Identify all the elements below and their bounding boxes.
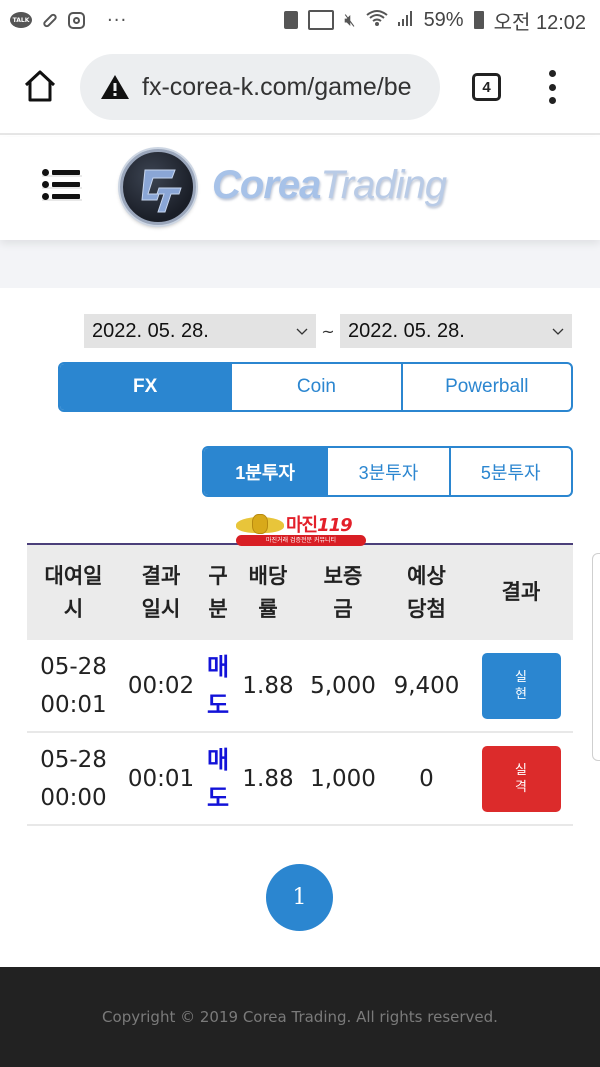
- signal-icon: [397, 9, 414, 31]
- cast-icon: [308, 10, 335, 30]
- result-badge-win[interactable]: 실현: [481, 652, 561, 719]
- banner-subtitle: 마진거래 검증전문 커뮤니티: [236, 535, 366, 546]
- browser-menu-button[interactable]: [545, 70, 559, 104]
- warning-icon: [101, 75, 129, 99]
- header-result-time: 결과 일시: [141, 563, 181, 621]
- header-deposit: 보증 금: [323, 563, 363, 621]
- date-to-value: 2022. 05. 28.: [348, 319, 465, 342]
- date-separator: ~: [321, 321, 335, 341]
- home-button[interactable]: [22, 68, 58, 104]
- more-notifications-icon: ···: [107, 9, 128, 31]
- tab-coin[interactable]: Coin: [230, 364, 400, 410]
- tab-1min[interactable]: 1분투자: [204, 448, 327, 495]
- mute-icon: 🔇︎: [344, 9, 356, 31]
- kakaotalk-icon: TALK: [10, 12, 32, 28]
- ct-logo-icon: [141, 169, 182, 213]
- date-range-filter: 2022. 05. 28. ~ 2022. 05. 28.: [84, 314, 574, 348]
- battery-percent: 59%: [423, 8, 464, 31]
- table-header: 대여일 시 결과 일시 구분 배당 률 보증 금 예상 당첨 결과: [27, 545, 573, 640]
- horizontal-scroll-hint[interactable]: [592, 553, 600, 761]
- market-tabs: FX Coin Powerball: [58, 362, 573, 412]
- date-from-select[interactable]: 2022. 05. 28.: [84, 314, 316, 348]
- cell-deposit: 5,000: [310, 672, 376, 699]
- header-rent-time: 대여일 시: [44, 563, 103, 621]
- header-result: 결과: [501, 580, 541, 604]
- chevron-down-icon: [296, 328, 308, 335]
- copyright-text: Copyright © 2019 Corea Trading. All righ…: [102, 1008, 498, 1026]
- tab-5min[interactable]: 5분투자: [448, 448, 571, 495]
- battery-saver-icon: [284, 11, 299, 29]
- home-icon: [24, 70, 56, 102]
- cell-result-time: 00:01: [127, 765, 195, 792]
- majin119-banner[interactable]: 마진119 마진거래 검증전문 커뮤니티: [236, 513, 366, 549]
- status-bar: TALK ··· 🔇︎ 59% 오전 12:02: [0, 0, 600, 40]
- brand-first: Corea: [212, 163, 321, 207]
- table-row: 05-28 00:01 00:02 매도 1.88 5,000 9,400 실현: [27, 640, 573, 733]
- site-header: CoreaTrading: [0, 137, 600, 240]
- tab-powerball[interactable]: Powerball: [400, 364, 571, 410]
- date-to-select[interactable]: 2022. 05. 28.: [340, 314, 572, 348]
- cell-side: 매도: [206, 652, 230, 719]
- cell-rent-time: 05-28 00:01: [40, 653, 107, 718]
- header-expected: 예상 당첨: [407, 563, 446, 621]
- logo-emblem[interactable]: [120, 149, 196, 225]
- cell-side: 매도: [206, 745, 230, 812]
- cell-deposit: 1,000: [310, 765, 376, 792]
- cell-result: 실격: [469, 745, 573, 812]
- date-from-value: 2022. 05. 28.: [92, 319, 209, 342]
- cell-expected: 9,400: [393, 672, 460, 699]
- trade-history-table: 대여일 시 결과 일시 구분 배당 률 보증 금 예상 당첨 결과 05-28 00:01 …: [27, 543, 573, 826]
- site-footer: Copyright © 2019 Corea Trading. All righ…: [0, 967, 600, 1067]
- battery-icon: [473, 11, 484, 29]
- brand-second: Trading: [320, 163, 447, 207]
- tab-3min[interactable]: 3분투자: [326, 448, 448, 495]
- cell-result-time: 00:02: [127, 672, 195, 699]
- table-row: 05-28 00:00 00:01 매도 1.88 1,000 0 실격: [27, 733, 573, 826]
- period-tabs: 1분투자 3분투자 5분투자: [202, 446, 573, 497]
- cell-odds: 1.88: [242, 672, 294, 699]
- cell-odds: 1.88: [242, 765, 294, 792]
- instagram-icon: [68, 11, 85, 29]
- police-badge-icon: [252, 514, 268, 534]
- brand-logo[interactable]: CoreaTrading: [212, 163, 447, 208]
- tab-fx[interactable]: FX: [60, 364, 231, 410]
- pill-icon: [41, 11, 59, 29]
- pagination-page-current[interactable]: 1: [266, 864, 333, 931]
- result-badge-lose[interactable]: 실격: [481, 745, 561, 812]
- header-spacer: [0, 240, 600, 288]
- chevron-down-icon: [552, 328, 564, 335]
- header-side: 구분: [208, 563, 228, 621]
- browser-toolbar: fx-corea-k.com/game/be 4: [0, 40, 600, 135]
- cell-rent-time: 05-28 00:00: [40, 746, 107, 811]
- banner-title: 마진119: [286, 515, 353, 536]
- clock: 오전 12:02: [493, 11, 586, 34]
- cell-expected: 0: [419, 765, 434, 792]
- header-odds: 배당 률: [248, 563, 288, 621]
- wifi-icon: [365, 9, 388, 31]
- address-bar[interactable]: fx-corea-k.com/game/be: [80, 54, 440, 120]
- tab-switcher-button[interactable]: 4: [472, 73, 501, 101]
- url-text: fx-corea-k.com/game/be: [142, 72, 412, 101]
- cell-result: 실현: [469, 652, 573, 719]
- hamburger-menu-button[interactable]: [42, 168, 82, 201]
